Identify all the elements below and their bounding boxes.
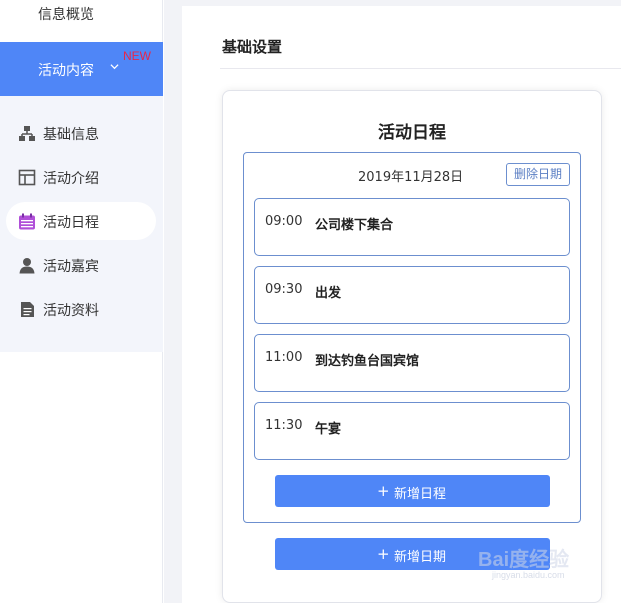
card-title: 活动日程 [378,123,446,143]
sidebar-item-schedule[interactable]: 活动日程 [6,202,156,240]
watermark-url: jingyan.baidu.com [492,570,565,580]
schedule-time: 11:00 [265,350,303,365]
sidebar-submenu: 基础信息 活动介绍 活动日程 活动嘉宾 活动资料 [0,96,163,352]
add-schedule-button[interactable]: + 新增日程 [275,475,550,507]
delete-date-button[interactable]: 删除日期 [506,163,570,186]
sidebar-item-overview[interactable]: 信息概览 [0,0,163,34]
schedule-desc: 午宴 [315,422,342,437]
schedule-item[interactable]: 11:00 到达钓鱼台国宾馆 [254,334,570,392]
sidebar-item-guests[interactable]: 活动嘉宾 [6,246,156,284]
watermark: Bai度经验 jingyan.baidu.com [478,540,598,590]
sidebar-item-intro[interactable]: 活动介绍 [6,158,156,196]
sidebar-item-basic-info[interactable]: 基础信息 [6,114,156,152]
schedule-desc: 公司楼下集合 [315,218,394,233]
add-date-label: 新增日期 [394,550,447,565]
plus-icon: + [377,545,390,563]
section-title: 基础设置 [222,38,283,56]
new-badge: NEW [123,49,151,63]
plus-icon: + [377,482,390,500]
sidebar-group-activity-content[interactable]: 活动内容 NEW [0,42,163,96]
sidebar-item-label: 活动嘉宾 [43,259,99,275]
schedule-desc: 到达钓鱼台国宾馆 [315,354,420,369]
schedule-item[interactable]: 11:30 午宴 [254,402,570,460]
sidebar-item-materials[interactable]: 活动资料 [6,290,156,328]
sidebar-item-label: 基础信息 [43,127,99,143]
watermark-logo: Bai度经验 [478,549,570,571]
chevron-down-icon [110,64,119,70]
schedule-item[interactable]: 09:30 出发 [254,266,570,324]
schedule-time: 09:00 [265,214,303,229]
sidebar-item-label: 活动日程 [43,215,99,231]
schedule-time: 09:30 [265,282,303,297]
document-icon [21,302,34,317]
add-schedule-label: 新增日程 [394,487,447,502]
sidebar-item-label: 活动资料 [43,303,99,319]
schedule-time: 11:30 [265,418,303,433]
sidebar-item-label: 活动介绍 [43,171,99,187]
section-divider [220,68,621,69]
calendar-icon [19,213,35,230]
date-label: 2019年11月28日 [358,170,464,185]
schedule-desc: 出发 [315,286,342,301]
sitemap-icon [19,126,35,141]
sidebar: 信息概览 活动内容 NEW 基础信息 活动介绍 活动日程 活动嘉宾 活动资料 [0,0,163,603]
schedule-item[interactable]: 09:00 公司楼下集合 [254,198,570,256]
layout-icon [18,169,36,186]
user-icon [19,258,35,274]
sidebar-group-label: 活动内容 [38,63,94,79]
